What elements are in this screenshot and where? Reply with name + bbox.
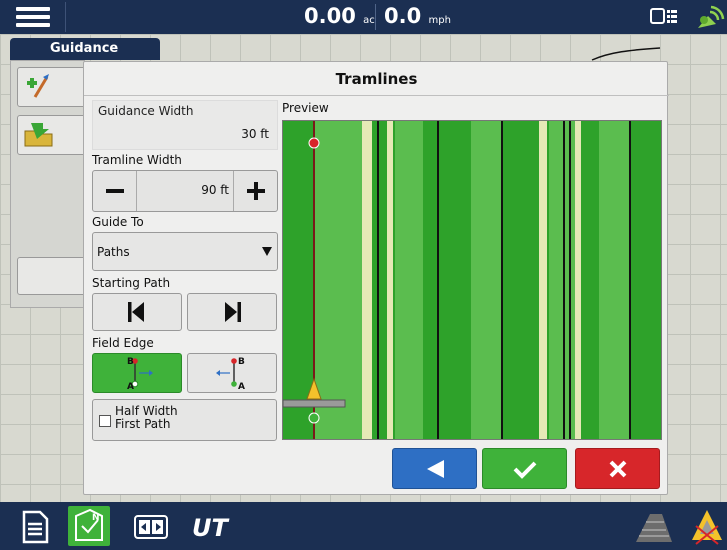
accept-button[interactable] bbox=[482, 448, 567, 489]
guidance-line bbox=[501, 121, 503, 439]
guidance-width-value: 30 ft bbox=[241, 127, 269, 141]
warning-button[interactable] bbox=[688, 506, 726, 546]
half-width-label: Half Width First Path bbox=[115, 404, 178, 431]
minus-icon bbox=[106, 189, 124, 193]
point-b-text: B bbox=[238, 357, 245, 367]
skip-previous-icon bbox=[128, 302, 144, 322]
load-folder-icon bbox=[24, 123, 53, 147]
ut-icon: UT bbox=[192, 514, 229, 542]
guide-to-value: Paths bbox=[97, 245, 130, 259]
tram-track bbox=[362, 121, 372, 439]
machine-button[interactable] bbox=[632, 506, 674, 546]
previous-path-button[interactable] bbox=[92, 293, 182, 331]
pass-band bbox=[471, 121, 503, 439]
cancel-button[interactable] bbox=[575, 448, 660, 489]
documents-button[interactable] bbox=[14, 506, 56, 546]
dropdown-arrow-icon bbox=[262, 247, 272, 256]
tramline-preview bbox=[282, 120, 662, 440]
speed-unit: mph bbox=[428, 15, 451, 26]
split-view-button[interactable] bbox=[130, 506, 172, 546]
new-line-icon bbox=[27, 74, 49, 98]
tramline-width-value[interactable]: 90 ft bbox=[137, 183, 229, 197]
guide-to-select[interactable]: Paths bbox=[92, 232, 278, 271]
field-edge-right-button[interactable]: B A bbox=[187, 353, 277, 393]
pass-band bbox=[395, 121, 423, 439]
tram-track bbox=[575, 121, 581, 439]
tramline-width-stepper: 90 ft bbox=[92, 170, 278, 212]
manage-patterns-button[interactable] bbox=[17, 257, 87, 295]
divider bbox=[65, 2, 66, 32]
implement-bar bbox=[283, 399, 346, 408]
x-icon bbox=[609, 460, 627, 478]
guidance-side-panel bbox=[10, 60, 87, 308]
field-edge-right-icon: B A bbox=[216, 357, 245, 392]
starting-path-label: Starting Path bbox=[92, 276, 171, 290]
field-map-icon: N bbox=[75, 508, 103, 541]
point-b-text: B bbox=[127, 357, 134, 367]
tram-track bbox=[539, 121, 547, 439]
guidance-line bbox=[437, 121, 439, 439]
document-icon bbox=[22, 510, 49, 544]
guidance-line bbox=[569, 121, 571, 439]
field-edge-left-icon: B A bbox=[127, 357, 153, 392]
new-pattern-button[interactable] bbox=[17, 67, 87, 107]
skip-next-icon bbox=[225, 302, 241, 322]
guidance-width-label: Guidance Width bbox=[98, 104, 194, 118]
point-a-marker bbox=[308, 412, 320, 424]
divider bbox=[84, 95, 669, 96]
tram-track bbox=[387, 121, 393, 439]
tramlines-dialog: Tramlines Guidance Width 30 ft Tramline … bbox=[83, 61, 669, 495]
menu-button[interactable] bbox=[8, 4, 58, 30]
speed-readout: 0.0 mph bbox=[384, 4, 451, 28]
area-readout: 0.00 ac bbox=[304, 4, 375, 28]
half-width-first-path-toggle[interactable]: Half Width First Path bbox=[92, 399, 277, 441]
guidance-line bbox=[563, 121, 565, 439]
map-view-button[interactable]: N bbox=[68, 506, 110, 546]
divider bbox=[375, 4, 376, 30]
status-bar: 0.00 ac 0.0 mph bbox=[0, 0, 727, 34]
guidance-line bbox=[377, 121, 379, 439]
point-a-text: A bbox=[127, 382, 134, 392]
display-status-icon[interactable] bbox=[650, 7, 678, 27]
field-edge-left-button[interactable]: B A bbox=[92, 353, 182, 393]
universal-terminal-button[interactable]: UT bbox=[188, 506, 230, 546]
increase-button[interactable] bbox=[233, 171, 277, 211]
tab-guidance[interactable]: Guidance bbox=[10, 38, 160, 60]
checkmark-icon bbox=[513, 461, 537, 479]
ut-label: UT bbox=[192, 514, 229, 542]
back-button[interactable] bbox=[392, 448, 477, 489]
tramline-width-label: Tramline Width bbox=[92, 153, 182, 167]
pass-band bbox=[313, 121, 362, 439]
preview-canvas bbox=[283, 121, 661, 439]
area-value: 0.00 bbox=[304, 4, 356, 28]
half-width-checkbox[interactable] bbox=[99, 415, 111, 427]
preview-label: Preview bbox=[282, 101, 329, 115]
svg-text:N: N bbox=[92, 513, 100, 523]
guidance-line bbox=[629, 121, 631, 439]
left-arrow-icon bbox=[427, 460, 444, 478]
guidance-width-field: Guidance Width 30 ft bbox=[92, 100, 278, 150]
bottom-toolbar: N UT bbox=[0, 502, 727, 550]
gps-signal-icon[interactable] bbox=[694, 2, 726, 32]
split-screen-icon bbox=[134, 515, 168, 539]
decrease-button[interactable] bbox=[93, 171, 137, 211]
point-b-marker bbox=[308, 137, 320, 149]
warning-icon bbox=[692, 510, 722, 545]
next-path-button[interactable] bbox=[187, 293, 277, 331]
field-edge-label: Field Edge bbox=[92, 336, 154, 350]
pass-band bbox=[599, 121, 629, 439]
speed-value: 0.0 bbox=[384, 4, 422, 28]
machine-icon bbox=[636, 514, 672, 542]
dialog-title: Tramlines bbox=[335, 70, 418, 88]
point-a-text: A bbox=[238, 382, 245, 392]
area-unit: ac bbox=[363, 15, 375, 26]
load-pattern-button[interactable] bbox=[17, 115, 87, 155]
guide-to-label: Guide To bbox=[92, 215, 144, 229]
